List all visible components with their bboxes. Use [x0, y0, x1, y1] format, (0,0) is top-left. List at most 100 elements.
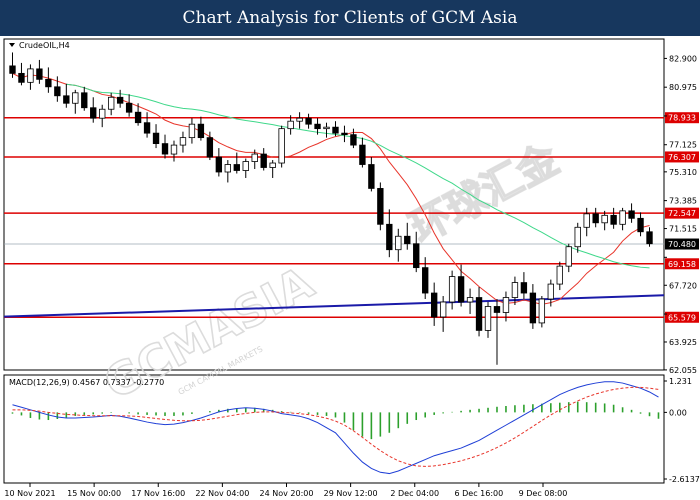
candle-body	[134, 111, 142, 124]
y-tick-label: 82.900	[669, 54, 697, 63]
candle-body	[323, 126, 330, 130]
x-tick-label: 2 Dec 04:00	[390, 489, 439, 498]
candle-body	[63, 95, 70, 104]
candle-body	[332, 126, 339, 134]
candle-body	[592, 213, 599, 224]
candle-body	[386, 223, 393, 251]
candle-body	[556, 265, 563, 285]
candle-body	[314, 123, 321, 130]
candle-body	[170, 144, 178, 155]
candle-body	[296, 117, 303, 122]
candle-body	[269, 162, 276, 168]
y-tick-label: 77.125	[669, 141, 697, 150]
candle-body	[610, 214, 617, 225]
candle-body	[9, 65, 16, 74]
candle-body	[197, 123, 205, 139]
candle-body	[54, 86, 61, 97]
candle-body	[404, 235, 411, 245]
level-price-label: 69.158	[668, 260, 696, 269]
candlestick	[278, 125, 285, 168]
candle-body	[511, 282, 519, 298]
candle-body	[125, 102, 133, 113]
candle-body	[565, 246, 572, 267]
candlestick	[377, 182, 384, 231]
candle-body	[574, 226, 581, 248]
candlestick	[538, 296, 546, 328]
candle-body	[260, 153, 267, 168]
candle-body	[224, 164, 232, 173]
x-tick-label: 29 Nov 12:00	[324, 489, 378, 498]
candle-body	[529, 292, 537, 324]
candle-body	[448, 276, 456, 303]
level-price-label: 76.307	[668, 153, 696, 162]
candle-body	[350, 134, 357, 146]
x-tick-label: 10 Nov 2021	[4, 489, 55, 498]
candle-body	[646, 231, 653, 245]
candle-body	[278, 128, 285, 164]
candle-body	[116, 96, 124, 104]
level-price-label: 65.579	[668, 313, 696, 322]
candle-body	[341, 132, 348, 136]
level-price-label: 72.547	[668, 209, 696, 218]
candle-body	[484, 306, 492, 331]
level-price-label: 78.933	[668, 114, 696, 123]
candle-body	[99, 108, 106, 119]
candle-body	[475, 297, 483, 331]
candle-body	[188, 123, 196, 139]
candle-body	[143, 122, 151, 134]
candle-body	[466, 297, 474, 303]
candle-body	[152, 132, 160, 145]
candle-body	[242, 161, 249, 171]
candle-body	[520, 282, 528, 294]
macd-y-tick-label: -2.6137	[669, 475, 700, 484]
macd-panel-frame	[3, 374, 665, 484]
symbol-label: CrudeOIL,H4	[19, 41, 70, 50]
candle-body	[36, 68, 43, 80]
candle-body	[422, 267, 429, 294]
y-tick-label: 63.925	[669, 338, 697, 347]
x-tick-label: 24 Nov 20:00	[260, 489, 314, 498]
candle-body	[27, 68, 34, 83]
candle-body	[305, 117, 312, 125]
x-tick-label: 22 Nov 04:00	[195, 489, 249, 498]
chart-canvas: GCMASIA 环球汇金 GCM CAPITAL MARKETS CrudeOI…	[3, 38, 700, 498]
candle-body	[430, 292, 438, 318]
candle-body	[72, 92, 79, 104]
y-tick-label: 67.720	[669, 281, 697, 290]
y-tick-label: 71.515	[669, 225, 697, 234]
current-price-label: 70.480	[668, 240, 696, 249]
macd-label: MACD(12,26,9) 0.4567 0.7337 -0.2770	[9, 378, 164, 387]
candle-body	[538, 298, 546, 324]
x-tick-label: 6 Dec 16:00	[455, 489, 504, 498]
x-tick-label: 15 Nov 00:00	[67, 489, 121, 498]
candle-body	[439, 301, 447, 318]
candle-body	[215, 156, 223, 173]
candle-body	[161, 143, 169, 155]
candle-body	[107, 96, 115, 110]
candle-body	[45, 78, 52, 88]
candle-body	[395, 235, 402, 251]
candle-body	[457, 276, 465, 303]
candle-body	[251, 153, 258, 162]
candle-body	[493, 306, 501, 313]
x-tick-label: 9 Dec 08:00	[519, 489, 568, 498]
candle-body	[637, 217, 644, 233]
y-tick-label: 80.975	[669, 83, 697, 92]
x-tick-label: 17 Nov 16:00	[131, 489, 185, 498]
candle-body	[359, 144, 366, 165]
candle-body	[377, 188, 384, 225]
macd-y-tick-label: 1.231	[669, 377, 692, 386]
candle-body	[90, 107, 97, 119]
candle-body	[547, 283, 555, 300]
y-tick-label: 73.385	[669, 197, 697, 206]
candle-body	[206, 137, 214, 158]
candle-body	[601, 214, 608, 224]
y-tick-label: 62.055	[669, 366, 697, 375]
candle-body	[287, 120, 294, 130]
candle-body	[81, 92, 88, 109]
y-tick-label: 75.310	[669, 168, 697, 177]
candle-body	[502, 297, 510, 313]
candle-body	[619, 210, 626, 225]
macd-y-tick-label: 0.00	[669, 408, 687, 417]
candle-body	[628, 210, 635, 219]
